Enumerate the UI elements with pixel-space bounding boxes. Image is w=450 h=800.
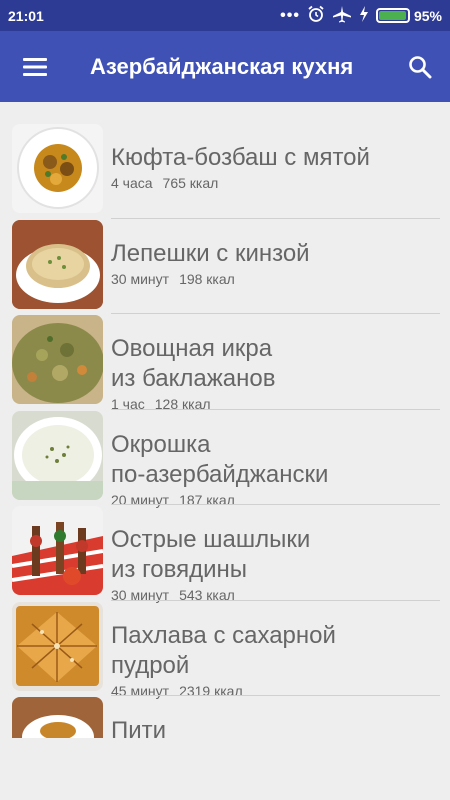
recipe-thumbnail xyxy=(12,124,103,213)
recipe-info: Овощная икра из баклажанов 1 час 128 ккал xyxy=(111,334,440,412)
search-icon xyxy=(409,55,432,78)
recipe-thumbnail xyxy=(12,601,103,691)
recipe-item[interactable]: Лепешки с кинзой 30 минут 198 ккал xyxy=(0,219,450,314)
recipe-title: Острые шашлыки из говядины xyxy=(111,525,440,585)
airplane-mode-icon xyxy=(332,5,352,26)
recipe-kcal: 765 ккал xyxy=(162,175,219,191)
recipe-kcal: 198 ккал xyxy=(179,270,235,287)
recipe-title-line: Окрошка xyxy=(111,430,211,458)
recipe-title-line: Кюфта-бозбаш с мятой xyxy=(111,144,370,171)
recipe-time: 4 часа xyxy=(111,175,153,191)
recipe-title-line: Острые шашлыки xyxy=(111,526,311,553)
recipe-item[interactable]: Овощная икра из баклажанов 1 час 128 ккал xyxy=(0,314,450,412)
recipe-title: Лепешки с кинзой xyxy=(111,239,440,269)
recipe-title-line: из баклажанов xyxy=(111,365,276,392)
search-button[interactable] xyxy=(390,31,450,102)
recipe-thumbnail xyxy=(12,506,103,595)
alarm-clock-icon xyxy=(307,5,325,26)
app-bar: Азербайджанская кухня xyxy=(0,31,450,102)
recipe-title: Пахлава с сахарной пудрой xyxy=(111,621,440,681)
battery-fill xyxy=(378,11,406,20)
recipe-list[interactable]: Кюфта-бозбаш с мятой 4 часа 765 ккал Леп… xyxy=(0,123,450,738)
recipe-title-line: Пахлава с сахарной xyxy=(111,621,336,649)
recipe-thumbnail xyxy=(12,410,103,500)
recipe-thumbnail xyxy=(12,219,103,309)
recipe-title-line: из говядины xyxy=(111,556,248,583)
battery-percent: 95% xyxy=(413,7,442,24)
battery-indicator: 95% xyxy=(375,7,442,24)
recipe-meta: 4 часа 765 ккал xyxy=(111,175,440,191)
status-bar: 21:01 ••• 95% xyxy=(0,0,450,31)
notification-dots: ••• xyxy=(280,6,300,24)
recipe-meta: 30 минут 198 ккал xyxy=(111,271,440,287)
recipe-item[interactable]: Кюфта-бозбаш с мятой 4 часа 765 ккал xyxy=(0,123,450,219)
menu-button[interactable] xyxy=(0,31,70,102)
recipe-title-line: Лепешки с кинзой xyxy=(111,239,310,267)
recipe-title: Овощная икра из баклажанов xyxy=(111,334,440,394)
recipe-info: Лепешки с кинзой 30 минут 198 ккал xyxy=(111,239,440,287)
status-time: 21:01 xyxy=(8,7,44,24)
lightning-bolt-icon xyxy=(359,6,369,25)
recipe-item[interactable]: Острые шашлыки из говядины 30 минут 543 к… xyxy=(0,505,450,603)
recipe-info: Кюфта-бозбаш с мятой 4 часа 765 ккал xyxy=(111,143,440,191)
recipe-info: Пахлава с сахарной пудрой 45 минут 2319 к… xyxy=(111,621,440,699)
recipe-thumbnail xyxy=(12,697,103,738)
recipe-title: Кюфта-бозбаш с мятой xyxy=(111,143,440,173)
recipe-info: Пити xyxy=(111,716,440,738)
hamburger-menu-icon xyxy=(23,57,47,76)
recipe-thumbnail xyxy=(12,315,103,404)
recipe-title-line: Пити xyxy=(111,717,167,738)
recipe-info: Окрошка по-азербайджански 20 минут 187 кк… xyxy=(111,430,440,508)
recipe-title-line: пудрой xyxy=(111,651,190,679)
recipe-title: Окрошка по-азербайджански xyxy=(111,430,440,490)
status-icons: ••• 95% xyxy=(280,5,442,26)
recipe-info: Острые шашлыки из говядины 30 минут 543 к… xyxy=(111,525,440,603)
battery-icon xyxy=(375,8,410,23)
recipe-title-line: Овощная икра xyxy=(111,335,273,362)
recipe-time: 30 минут xyxy=(111,270,170,287)
recipe-title-line: по-азербайджански xyxy=(111,460,329,488)
page-title: Азербайджанская кухня xyxy=(90,53,354,79)
recipe-title: Пити xyxy=(111,716,440,738)
recipe-item[interactable]: Пити xyxy=(0,696,450,738)
recipe-item[interactable]: Пахлава с сахарной пудрой 45 минут 2319 к… xyxy=(0,601,450,699)
recipe-item[interactable]: Окрошка по-азербайджански 20 минут 187 кк… xyxy=(0,410,450,508)
